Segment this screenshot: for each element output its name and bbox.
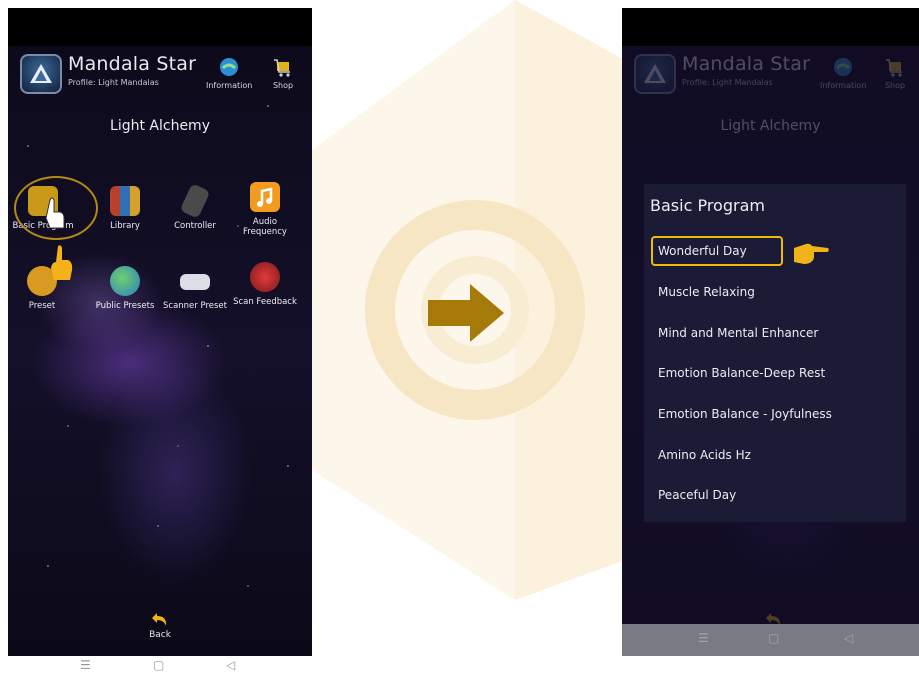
tile-label: Library	[110, 221, 140, 231]
tile-label: Public Presets	[95, 301, 155, 311]
program-item[interactable]: Emotion Balance-Deep Rest	[658, 366, 825, 380]
shop-label: Shop	[272, 81, 294, 90]
panel-title: Basic Program	[650, 196, 765, 215]
globe-info-icon	[220, 58, 239, 76]
tile-label: Controller	[174, 221, 216, 231]
scanner-icon	[180, 274, 210, 290]
left-system-navbar: ☰ ▢ ◁	[8, 656, 312, 680]
program-item[interactable]: Emotion Balance - Joyfulness	[658, 407, 832, 421]
menu-nav-icon[interactable]: ☰	[698, 631, 709, 645]
app-header: Mandala Star Profile: Light Mandalas Inf…	[8, 46, 312, 104]
shopping-cart-icon	[274, 59, 290, 77]
program-item[interactable]: Muscle Relaxing	[658, 285, 755, 299]
transition-arrow-icon	[428, 284, 504, 342]
starfield-background	[27, 105, 289, 587]
system-navbar: ☰ ▢ ◁	[622, 624, 919, 656]
selected-item-highlight	[651, 236, 783, 266]
basic-program-panel: Basic Program Wonderful Day Muscle Relax…	[644, 184, 906, 522]
pointing-hand-icon	[794, 243, 829, 264]
books-icon	[110, 186, 140, 216]
tile-public-presets[interactable]: Public Presets	[92, 266, 158, 311]
mandala-logo-icon	[20, 54, 62, 94]
back-button[interactable]: Back	[130, 610, 190, 640]
back-arrow-icon	[152, 613, 167, 626]
tile-label: Preset	[28, 301, 56, 311]
tile-library[interactable]: Library	[92, 186, 158, 231]
tap-hand-icon	[45, 197, 65, 229]
music-note-icon	[250, 182, 280, 212]
tile-audio-frequency[interactable]: Audio Frequency	[232, 182, 298, 237]
status-bar	[622, 8, 919, 46]
back-nav-icon[interactable]: ◁	[226, 658, 235, 672]
profile-label: Profile: Light Mandalas	[68, 78, 159, 87]
heart-scan-icon	[250, 262, 280, 292]
shop-button[interactable]: Shop	[272, 56, 294, 90]
status-bar	[8, 8, 312, 46]
tile-label: Audio Frequency	[243, 217, 287, 237]
left-phone-screen: Mandala Star Profile: Light Mandalas Inf…	[8, 8, 312, 656]
program-item[interactable]: Peaceful Day	[658, 488, 736, 502]
program-item[interactable]: Amino Acids Hz	[658, 448, 751, 462]
tile-label: Scanner Preset	[163, 301, 227, 311]
back-nav-icon[interactable]: ◁	[844, 631, 853, 645]
tile-controller[interactable]: Controller	[162, 183, 228, 231]
app-title: Mandala Star	[68, 53, 197, 75]
information-button[interactable]: Information	[206, 56, 252, 90]
information-label: Information	[206, 81, 253, 90]
program-item[interactable]: Mind and Mental Enhancer	[658, 326, 818, 340]
tile-scan-feedback[interactable]: Scan Feedback	[232, 262, 298, 307]
home-nav-icon[interactable]: ▢	[768, 631, 779, 645]
globe-icon	[110, 266, 140, 296]
home-nav-icon[interactable]: ▢	[153, 658, 164, 672]
device-icon	[179, 183, 211, 219]
page-heading: Light Alchemy	[110, 118, 210, 134]
tile-scanner-preset[interactable]: Scanner Preset	[162, 266, 228, 311]
menu-nav-icon[interactable]: ☰	[80, 658, 91, 672]
pointing-hand-icon	[51, 245, 73, 280]
tile-label: Scan Feedback	[233, 297, 297, 307]
program-list-screen: Mandala Star Profile: Light Mandalas Inf…	[622, 46, 919, 656]
right-phone-screen: Mandala Star Profile: Light Mandalas Inf…	[622, 8, 919, 656]
home-screen: Mandala Star Profile: Light Mandalas Inf…	[8, 46, 312, 656]
back-label: Back	[149, 630, 171, 640]
